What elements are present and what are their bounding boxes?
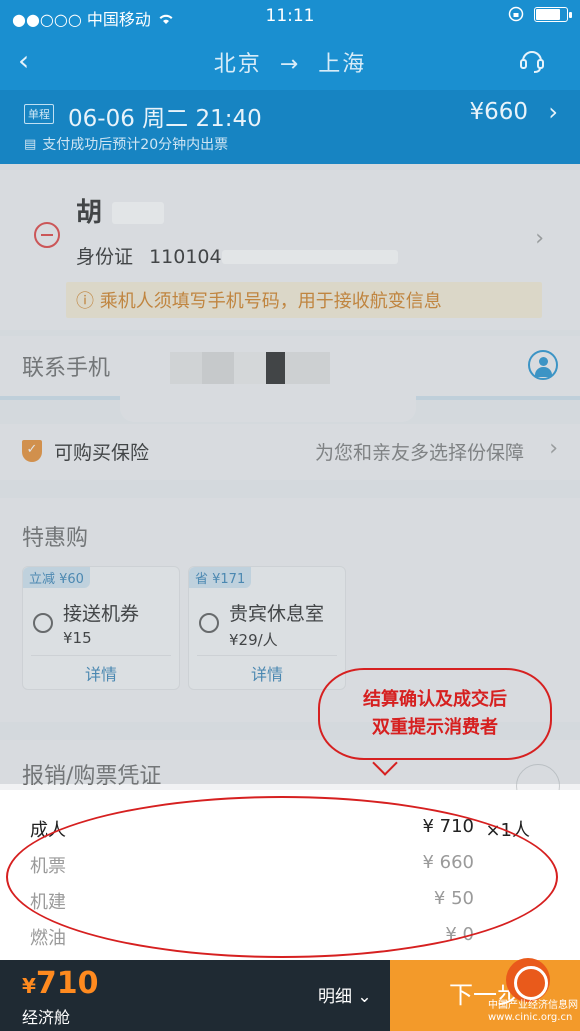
deal-radio[interactable] xyxy=(33,613,53,633)
detail-qty: ×1人 xyxy=(485,820,530,841)
total-amount: 710 xyxy=(35,966,99,1001)
detail-label: 燃油 xyxy=(30,928,66,949)
redaction xyxy=(222,250,398,264)
divider-tab xyxy=(120,396,416,422)
contact-picker-icon[interactable] xyxy=(528,350,558,380)
deal-name: 接送机券 xyxy=(63,603,140,625)
deal-details-link[interactable]: 详情 xyxy=(189,661,345,685)
detail-value: ¥ 0 xyxy=(445,924,474,945)
route-from: 北京 xyxy=(213,52,262,77)
deal-details-link[interactable]: 详情 xyxy=(23,661,179,685)
insurance-label: 可购买保险 xyxy=(54,442,150,464)
annotation-bubble: 结算确认及成交后 双重提示消费者 xyxy=(318,668,552,776)
detail-toggle-label: 明细 xyxy=(318,987,352,1007)
flight-datetime: 06-06 周二 21:40 xyxy=(68,106,262,132)
orientation-lock-icon xyxy=(508,6,524,22)
detail-label: 成人 xyxy=(30,820,66,841)
deal-tag: 省 ¥171 xyxy=(189,567,252,588)
clock: 11:11 xyxy=(265,6,315,26)
status-bar: ●●○○○ 中国移动 11:11 xyxy=(0,0,580,32)
redaction xyxy=(112,202,164,224)
receipt-label: 报销/购票凭证 xyxy=(22,764,162,789)
detail-value: ¥ 660 xyxy=(422,852,474,873)
passenger-card[interactable]: 胡 身份证 110104 › ⓘ 乘机人须填写手机号码，用于接收航变信息 xyxy=(0,170,580,330)
chevron-right-icon: › xyxy=(535,226,544,251)
annotation-line: 结算确认及成交后 xyxy=(363,689,507,710)
currency-symbol: ¥ xyxy=(22,974,36,998)
detail-row: 机建 ¥ 50 xyxy=(0,882,580,918)
watermark: 中国产业经济信息网 www.cinic.org.cn xyxy=(488,1000,578,1024)
detail-label: 机票 xyxy=(30,856,66,877)
watermark-line: www.cinic.org.cn xyxy=(488,1012,573,1023)
redaction xyxy=(170,352,330,384)
watermark-line: 中国产业经济信息网 xyxy=(488,1000,578,1011)
one-way-badge: 单程 xyxy=(24,104,54,124)
total-price: ¥710 xyxy=(22,966,99,1001)
deal-card[interactable]: 省 ¥171 贵宾休息室 ¥29/人 详情 xyxy=(188,566,346,690)
id-number: 110104 xyxy=(149,246,222,268)
deal-radio[interactable] xyxy=(199,613,219,633)
passenger-name: 胡 xyxy=(76,198,103,228)
chevron-right-icon: › xyxy=(548,98,558,126)
deal-price: ¥15 xyxy=(63,629,92,647)
insurance-row[interactable]: ✓ 可购买保险 为您和亲友多选择份保障 › xyxy=(0,424,580,480)
chevron-right-icon: › xyxy=(549,436,558,461)
deals-title: 特惠购 xyxy=(22,526,89,551)
price-detail-toggle[interactable]: 明细 ⌄ xyxy=(318,982,372,1007)
detail-row: 成人 ¥ 710 ×1人 xyxy=(0,810,580,846)
ticket-note-text: 支付成功后预计20分钟内出票 xyxy=(42,137,229,153)
route-title: 北京 → 上海 xyxy=(0,46,580,78)
customer-service-icon[interactable] xyxy=(518,46,546,74)
deal-price: ¥29/人 xyxy=(229,631,278,649)
route-arrow: → xyxy=(279,52,301,77)
shield-icon: ✓ xyxy=(22,440,42,462)
flight-summary[interactable]: 单程 06-06 周二 21:40 ¥660 › ▤ 支付成功后预计20分钟内出… xyxy=(0,90,580,164)
detail-value: ¥ 50 xyxy=(433,888,474,909)
detail-value: ¥ 710 xyxy=(422,816,474,837)
ticket-icon: ▤ xyxy=(24,136,37,152)
ticket-note: ▤ 支付成功后预计20分钟内出票 xyxy=(24,134,228,154)
id-type-label: 身份证 xyxy=(76,246,134,268)
nav-bar: ‹ 北京 → 上海 xyxy=(0,32,580,90)
detail-label: 机建 xyxy=(30,892,66,913)
insurance-hint: 为您和亲友多选择份保障 xyxy=(314,442,524,464)
divider xyxy=(197,655,337,656)
watermark-logo xyxy=(506,958,550,1002)
phone-warning: ⓘ 乘机人须填写手机号码，用于接收航变信息 xyxy=(66,282,542,318)
route-to: 上海 xyxy=(318,52,367,77)
contact-phone-label: 联系手机 xyxy=(22,356,111,381)
divider xyxy=(31,655,171,656)
detail-row: 机票 ¥ 660 xyxy=(0,846,580,882)
cabin-class: 经济舱 xyxy=(22,1008,71,1027)
flight-price: ¥660 xyxy=(469,99,528,125)
battery-icon xyxy=(534,6,572,22)
chevron-down-icon: ⌄ xyxy=(357,987,372,1007)
remove-passenger-icon[interactable] xyxy=(34,222,60,248)
deal-name: 贵宾休息室 xyxy=(229,603,325,625)
deal-card[interactable]: 立减 ¥60 接送机券 ¥15 详情 xyxy=(22,566,180,690)
annotation-line: 双重提示消费者 xyxy=(372,717,498,738)
detail-row: 燃油 ¥ 0 xyxy=(0,918,580,954)
passenger-id: 身份证 110104 xyxy=(76,242,222,269)
deal-tag: 立减 ¥60 xyxy=(23,567,90,588)
price-detail-sheet: 成人 ¥ 710 ×1人 机票 ¥ 660 机建 ¥ 50 燃油 ¥ 0 xyxy=(0,790,580,960)
